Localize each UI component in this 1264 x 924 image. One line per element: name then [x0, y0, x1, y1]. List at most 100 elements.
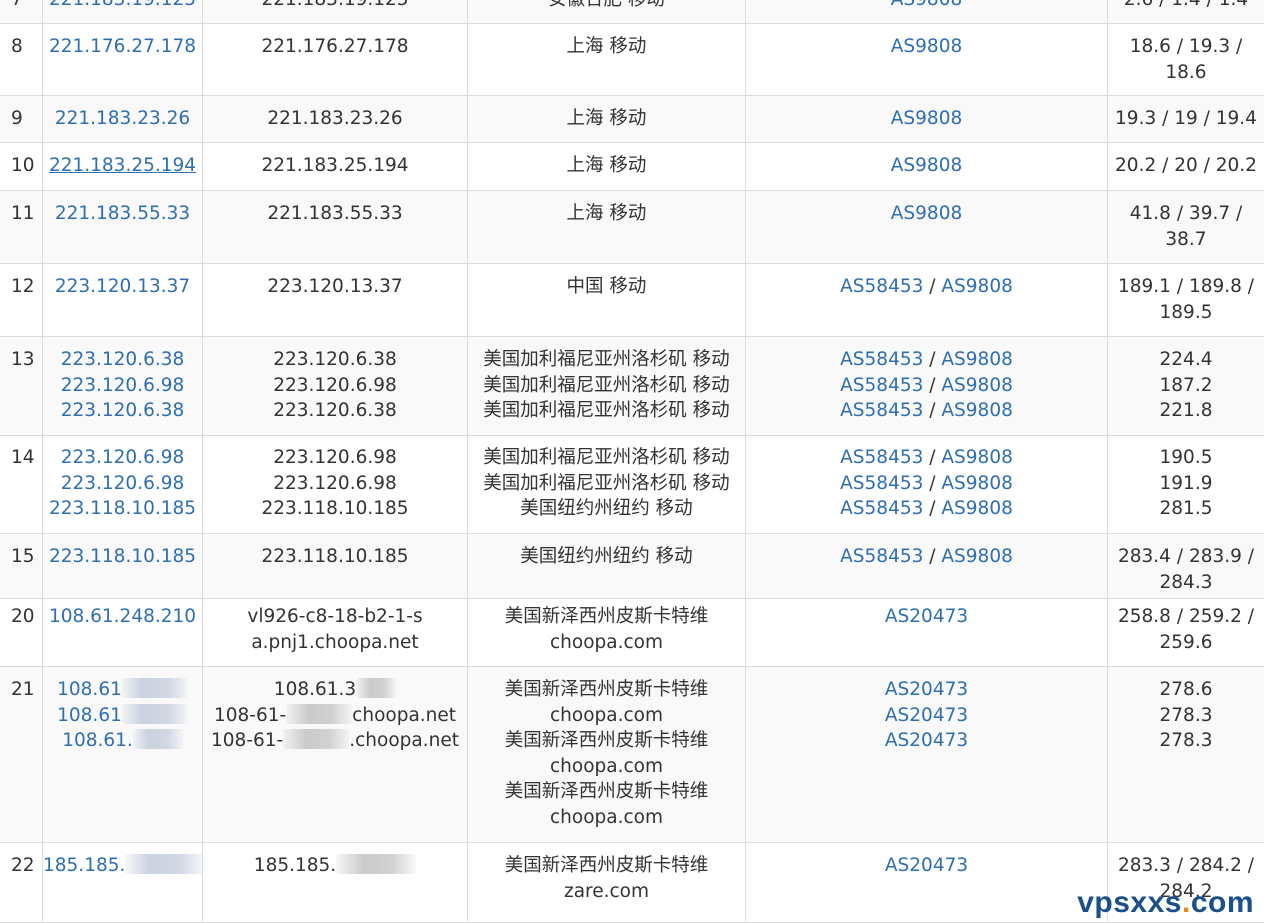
- asn-line: AS58453 / AS9808: [746, 471, 1107, 497]
- asn-link[interactable]: AS9808: [941, 473, 1012, 494]
- latency-text: 41.8 / 39.7 / 38.7: [1129, 203, 1243, 250]
- asn-link[interactable]: AS58453: [840, 498, 923, 519]
- ip-line: 223.120.6.38: [43, 398, 202, 424]
- hostname-cell: 221.183.23.26: [202, 96, 467, 142]
- ip-link[interactable]: 221.183.25.194: [49, 155, 196, 176]
- ip-link[interactable]: 108.61: [57, 679, 122, 700]
- location-cell: 美国新泽西州皮斯卡特维 zare.com: [467, 843, 745, 922]
- asn-line: AS20473: [746, 853, 1107, 879]
- asn-link[interactable]: AS9808: [891, 108, 962, 129]
- asn-link[interactable]: AS9808: [941, 447, 1012, 468]
- hostname-cell: 221.183.55.33: [202, 191, 467, 263]
- ip-link[interactable]: 108.61.248.210: [49, 606, 196, 627]
- ip-link[interactable]: 223.120.6.98: [61, 375, 185, 396]
- latency-text: 281.5: [1159, 498, 1213, 519]
- asn-link[interactable]: AS58453: [840, 400, 923, 421]
- asn-link[interactable]: AS58453: [840, 276, 923, 297]
- hop-number: 21: [11, 679, 35, 700]
- hostname-cell: 223.120.6.38 223.120.6.98 223.120.6.38: [202, 337, 467, 435]
- table-row: 22 185.185. 185.185. 美国新泽西州皮斯卡特维 zare.com AS…: [0, 843, 1264, 923]
- ip-link[interactable]: 223.120.6.98: [61, 473, 185, 494]
- hostname-text: 108-61- .choopa.net: [211, 729, 459, 751]
- asn-line: AS58453 / AS9808: [746, 347, 1107, 373]
- ip-link[interactable]: 223.120.6.98: [61, 447, 185, 468]
- ip-line: 108.61: [43, 677, 202, 703]
- latency-cell: 41.8 / 39.7 / 38.7: [1107, 191, 1264, 263]
- location-text: 美国新泽西州皮斯卡特维 choopa.com: [504, 781, 709, 828]
- ip-line: 221.176.27.178: [43, 34, 202, 60]
- hop-number: 22: [11, 855, 35, 876]
- ip-line: 108.61.248.210: [43, 604, 202, 630]
- ip-cell: 221.183.23.26: [42, 96, 202, 142]
- ip-line: 221.183.25.194: [43, 153, 202, 179]
- asn-link[interactable]: AS9808: [941, 349, 1012, 370]
- ip-cell: 223.120.6.38 223.120.6.98 223.120.6.38: [42, 337, 202, 435]
- asn-link[interactable]: AS9808: [941, 498, 1012, 519]
- hostname-cell: 221.176.27.178: [202, 24, 467, 95]
- ip-link[interactable]: 221.176.27.178: [49, 36, 196, 57]
- asn-link[interactable]: AS9808: [941, 400, 1012, 421]
- asn-link[interactable]: AS9808: [941, 375, 1012, 396]
- asn-link[interactable]: AS20473: [885, 705, 968, 726]
- asn-link[interactable]: AS20473: [885, 730, 968, 751]
- asn-link[interactable]: AS20473: [885, 606, 968, 627]
- table-row: 12 223.120.13.37 223.120.13.37 中国 移动 AS58453…: [0, 264, 1264, 337]
- ip-link[interactable]: 221.183.55.33: [55, 203, 190, 224]
- asn-link[interactable]: AS58453: [840, 546, 923, 567]
- ip-link[interactable]: 221.183.19.125: [49, 0, 196, 10]
- hostname-text: 223.118.10.185: [261, 498, 409, 519]
- ip-link[interactable]: 221.183.23.26: [55, 108, 190, 129]
- asn-link[interactable]: AS9808: [891, 0, 962, 10]
- hostname-text: vl926-c8-18-b2-1-sa.pnj1.choopa.net: [247, 606, 423, 653]
- asn-line: AS58453 / AS9808: [746, 544, 1107, 570]
- location-text: 上海 移动: [566, 36, 647, 57]
- ip-line: 221.183.23.26: [43, 106, 202, 132]
- asn-line: AS9808: [746, 106, 1107, 132]
- asn-link[interactable]: AS9808: [891, 36, 962, 57]
- ip-link[interactable]: 185.185.: [43, 855, 125, 876]
- ip-link[interactable]: 223.120.6.38: [61, 400, 185, 421]
- traceroute-table: 7221.183.19.125221.183.19.125安徽合肥 移动AS98…: [0, 0, 1264, 923]
- ip-link[interactable]: 223.118.10.185: [49, 498, 196, 519]
- ip-link[interactable]: 108.61: [57, 705, 122, 726]
- asn-link[interactable]: AS9808: [941, 546, 1012, 567]
- asn-line: AS20473: [746, 604, 1107, 630]
- latency-text: 189.1 / 189.8 / 189.5: [1117, 276, 1255, 323]
- table-row: 11 221.183.55.33 221.183.55.33 上海 移动 AS9808 4…: [0, 191, 1264, 264]
- asn-link[interactable]: AS9808: [891, 155, 962, 176]
- location-text: 安徽合肥 移动: [468, 0, 745, 13]
- asn-link[interactable]: AS58453: [840, 349, 923, 370]
- asn-line: AS9808: [746, 153, 1107, 179]
- latency-text: 278.3: [1159, 704, 1213, 726]
- ip-cell: 221.183.19.125: [42, 0, 202, 23]
- table-row: 7221.183.19.125221.183.19.125安徽合肥 移动AS98…: [0, 0, 1264, 24]
- hostname-text: 223.120.13.37: [267, 276, 403, 297]
- hostname-text: 221.176.27.178: [261, 36, 409, 57]
- hostname-cell: 185.185.: [202, 843, 467, 922]
- asn-link[interactable]: AS58453: [840, 375, 923, 396]
- asn-link[interactable]: AS58453: [840, 447, 923, 468]
- location-text: 上海 移动: [566, 108, 647, 129]
- location-cell: 美国新泽西州皮斯卡特维 choopa.com: [467, 599, 745, 666]
- hostname-text: 223.118.10.185: [261, 546, 409, 567]
- ip-link[interactable]: 223.120.6.38: [61, 349, 185, 370]
- asn-link[interactable]: AS9808: [891, 203, 962, 224]
- ip-link[interactable]: 223.120.13.37: [55, 276, 190, 297]
- asn-link[interactable]: AS20473: [885, 679, 968, 700]
- ip-link[interactable]: 108.61.: [62, 730, 133, 751]
- hostname-text: 108.61.3: [203, 677, 467, 703]
- latency-cell: 19.3 / 19 / 19.4: [1107, 96, 1264, 142]
- location-text: 美国加利福尼亚州洛杉矶 移动: [483, 400, 730, 421]
- hostname-text: 221.183.23.26: [267, 108, 403, 129]
- asn-separator: /: [923, 498, 942, 519]
- location-cell: 美国加利福尼亚州洛杉矶 移动 美国加利福尼亚州洛杉矶 移动 美国加利福尼亚州洛杉矶 …: [467, 337, 745, 435]
- hostname-text: 223.120.6.38: [273, 400, 397, 421]
- latency-cell: 20.2 / 20 / 20.2: [1107, 143, 1264, 190]
- latency-text: 191.9: [1159, 472, 1213, 494]
- asn-cell: AS20473: [745, 599, 1107, 666]
- asn-link[interactable]: AS9808: [941, 276, 1012, 297]
- latency-text: 258.8 / 259.2 / 259.6: [1117, 606, 1255, 653]
- ip-link[interactable]: 223.118.10.185: [49, 546, 196, 567]
- asn-link[interactable]: AS20473: [885, 855, 968, 876]
- asn-link[interactable]: AS58453: [840, 473, 923, 494]
